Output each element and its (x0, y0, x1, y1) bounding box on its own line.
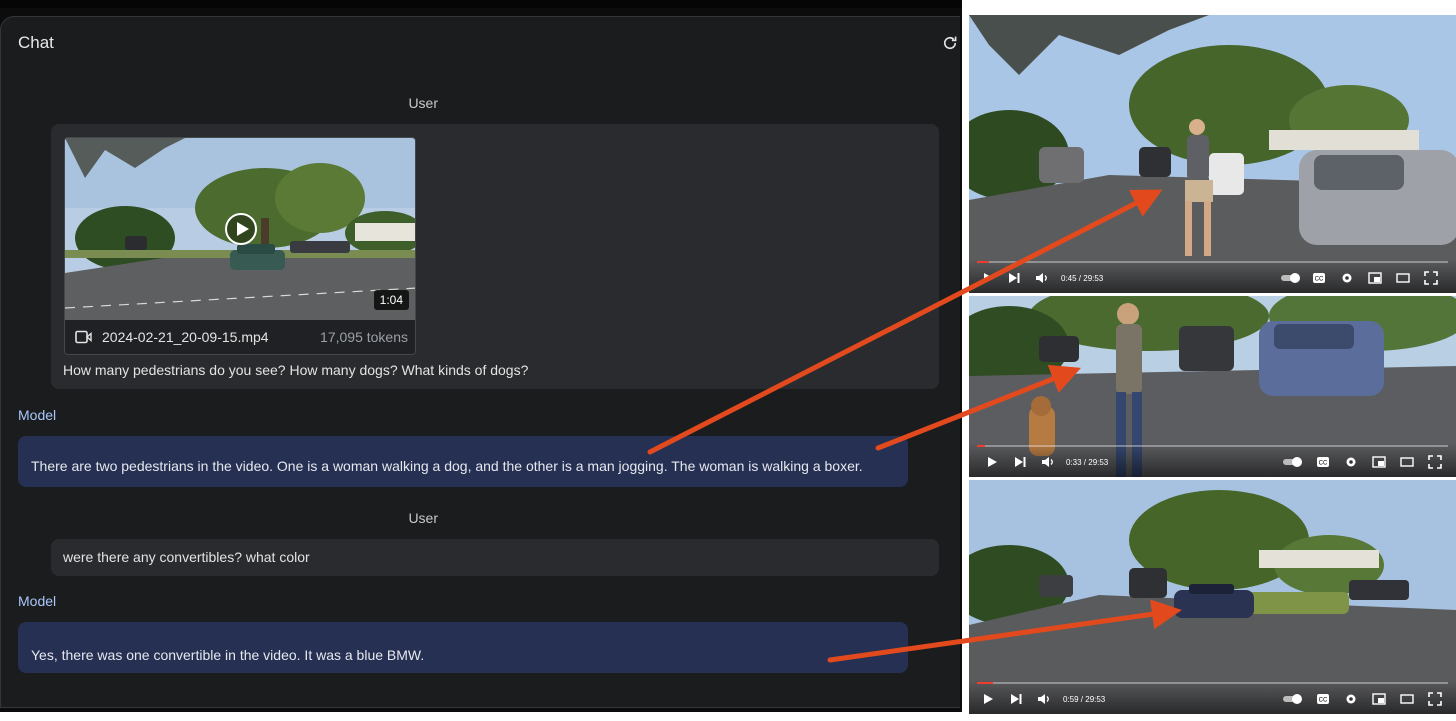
frame-image-convertible (969, 480, 1456, 714)
fullscreen-icon[interactable] (1428, 692, 1442, 706)
autoplay-toggle-icon[interactable] (1282, 455, 1304, 469)
user-message-text: How many pedestrians do you see? How man… (63, 362, 529, 378)
volume-icon[interactable] (1037, 692, 1051, 706)
progress-fill (977, 682, 993, 684)
time-display: 0:33 / 29:53 (1066, 458, 1109, 467)
theater-mode-icon[interactable] (1400, 455, 1414, 469)
captions-icon[interactable]: CC (1316, 455, 1330, 469)
progress-bar[interactable] (977, 445, 1448, 447)
player-controls: 0:45 / 29:53 CC (969, 259, 1456, 293)
fullscreen-icon[interactable] (1424, 271, 1438, 285)
user-message-card: were there any convertibles? what color (51, 539, 939, 576)
chat-title: Chat (18, 33, 54, 52)
play-icon[interactable] (985, 455, 999, 469)
chat-panel: Chat User 1:04 2024-02-21_20-09-15.mp4 1… (0, 16, 960, 708)
settings-icon[interactable] (1344, 455, 1358, 469)
progress-fill (977, 261, 989, 263)
theater-mode-icon[interactable] (1400, 692, 1414, 706)
settings-icon[interactable] (1340, 271, 1354, 285)
volume-icon[interactable] (1035, 271, 1049, 285)
svg-text:CC: CC (1319, 698, 1328, 704)
fullscreen-icon[interactable] (1428, 455, 1442, 469)
next-icon[interactable] (1009, 692, 1023, 706)
model-message-card: There are two pedestrians in the video. … (18, 436, 908, 487)
time-display: 0:59 / 29:53 (1063, 695, 1106, 704)
svg-text:CC: CC (1315, 277, 1324, 283)
role-label-user: User (408, 95, 438, 111)
model-message-card: Yes, there was one convertible in the vi… (18, 622, 908, 673)
autoplay-toggle-icon[interactable] (1280, 271, 1302, 285)
progress-fill (977, 445, 986, 447)
next-icon[interactable] (1013, 455, 1027, 469)
play-icon[interactable] (224, 212, 258, 246)
theater-mode-icon[interactable] (1396, 271, 1410, 285)
volume-icon[interactable] (1041, 455, 1055, 469)
video-file-icon (75, 330, 92, 344)
progress-bar[interactable] (977, 261, 1448, 263)
model-message-text: Yes, there was one convertible in the vi… (31, 647, 425, 663)
top-strip (0, 0, 962, 8)
role-label-model: Model (18, 407, 57, 423)
video-thumbnail[interactable]: 1:04 (65, 138, 415, 320)
video-attachment[interactable]: 1:04 2024-02-21_20-09-15.mp4 17,095 toke… (64, 137, 416, 355)
play-icon[interactable] (981, 692, 995, 706)
next-icon[interactable] (1007, 271, 1021, 285)
video-frame-woman-dog: 0:33 / 29:53 CC (969, 296, 1456, 477)
svg-text:CC: CC (1319, 461, 1328, 467)
video-frame-convertible: 0:59 / 29:53 CC (969, 480, 1456, 714)
settings-icon[interactable] (1344, 692, 1358, 706)
player-controls: 0:59 / 29:53 CC (969, 680, 1456, 714)
progress-bar[interactable] (977, 682, 1448, 684)
miniplayer-icon[interactable] (1372, 692, 1386, 706)
role-label-user: User (408, 510, 438, 526)
miniplayer-icon[interactable] (1368, 271, 1382, 285)
role-label-model: Model (18, 593, 57, 609)
video-duration: 1:04 (373, 290, 409, 310)
chat-window: Chat User 1:04 2024-02-21_20-09-15.mp4 1… (0, 0, 962, 712)
video-frame-jogger: 0:45 / 29:53 CC (969, 15, 1456, 293)
miniplayer-icon[interactable] (1372, 455, 1386, 469)
captions-icon[interactable]: CC (1312, 271, 1326, 285)
user-message-text: were there any convertibles? what color (63, 549, 310, 565)
autoplay-toggle-icon[interactable] (1282, 692, 1304, 706)
player-controls: 0:33 / 29:53 CC (969, 443, 1456, 477)
model-message-text: There are two pedestrians in the video. … (31, 458, 863, 474)
time-display: 0:45 / 29:53 (1061, 274, 1104, 283)
frame-image-jogger (969, 15, 1456, 293)
refresh-icon[interactable] (941, 34, 959, 52)
file-name: 2024-02-21_20-09-15.mp4 (102, 329, 269, 345)
play-icon[interactable] (981, 271, 995, 285)
file-info-row: 2024-02-21_20-09-15.mp4 17,095 tokens (65, 320, 415, 354)
token-count: 17,095 tokens (320, 329, 408, 345)
captions-icon[interactable]: CC (1316, 692, 1330, 706)
user-message-card: 1:04 2024-02-21_20-09-15.mp4 17,095 toke… (51, 124, 939, 389)
stage: Chat User 1:04 2024-02-21_20-09-15.mp4 1… (0, 0, 1456, 721)
